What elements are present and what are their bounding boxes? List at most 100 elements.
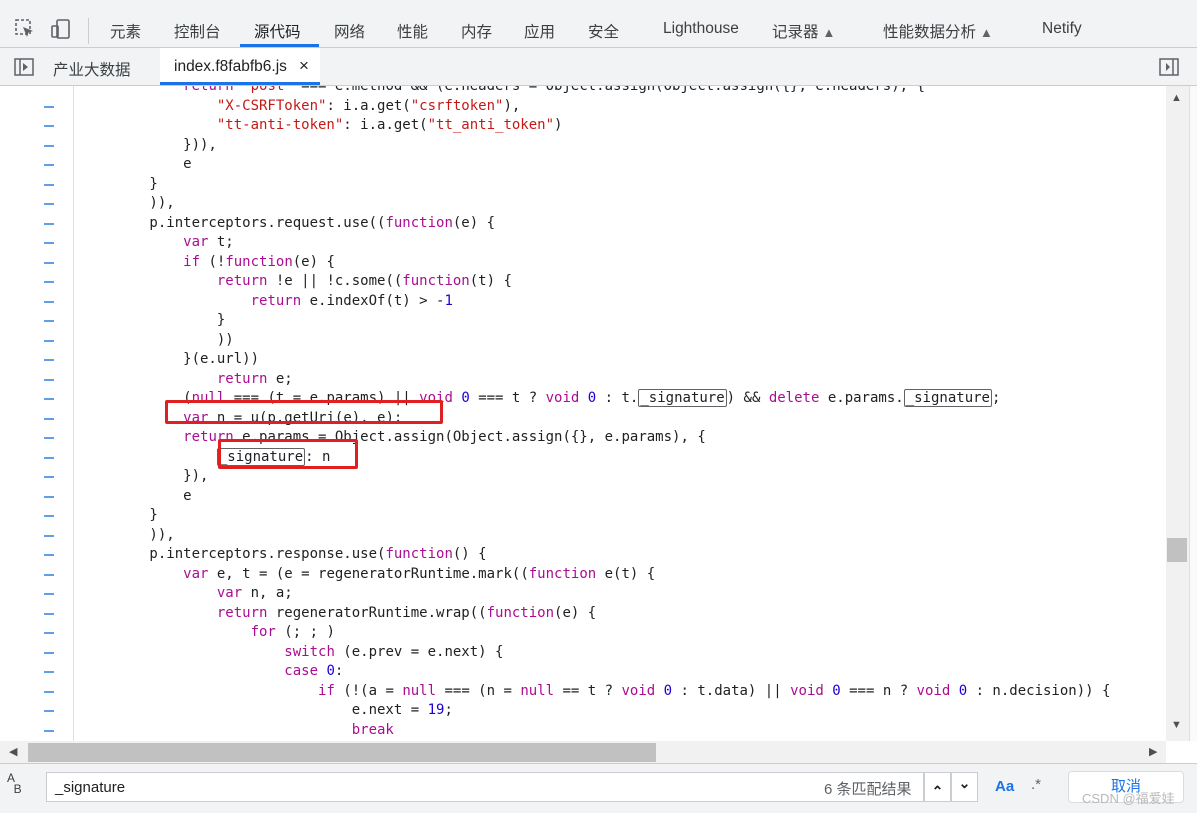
vertical-scrollbar-thumb[interactable] xyxy=(1167,538,1187,562)
replace-toggle-icon[interactable]: A B xyxy=(7,772,22,795)
line-gutter-marker[interactable] xyxy=(44,164,54,166)
line-gutter-marker[interactable] xyxy=(44,398,54,400)
line-gutter-marker[interactable] xyxy=(44,203,54,205)
chevron-up-icon: ⌃ xyxy=(931,783,944,799)
line-gutter-marker[interactable] xyxy=(44,554,54,556)
inspect-element-icon[interactable] xyxy=(14,18,36,40)
active-tab-indicator xyxy=(240,44,319,47)
file-tab-industry[interactable]: 产业大数据 xyxy=(53,58,131,80)
code-line: }(e.url)) xyxy=(82,351,260,367)
line-gutter-marker[interactable] xyxy=(44,671,54,673)
code-line: return e.params = Object.assign(Object.a… xyxy=(183,429,706,445)
line-gutter-marker[interactable] xyxy=(44,105,54,108)
code-line: )) xyxy=(82,331,234,348)
code-line: for (; ; ) xyxy=(250,624,335,640)
horizontal-scrollbar-thumb[interactable] xyxy=(28,743,656,762)
line-gutter-marker[interactable] xyxy=(44,534,54,537)
toggle-navigator-icon[interactable] xyxy=(14,58,34,76)
search-input[interactable]: _signature xyxy=(46,772,924,802)
line-gutter-marker[interactable] xyxy=(44,339,54,342)
code-line: return !e || !c.some((function(t) { xyxy=(216,273,512,289)
line-gutter-marker[interactable] xyxy=(44,222,54,225)
tab-elements[interactable]: 元素 xyxy=(110,20,141,42)
flask-icon: ▲ xyxy=(822,25,836,40)
code-line: )), xyxy=(82,195,175,211)
line-gutter-marker[interactable] xyxy=(44,495,54,498)
line-gutter[interactable] xyxy=(0,86,74,741)
line-gutter-marker[interactable] xyxy=(44,125,54,127)
line-gutter-marker[interactable] xyxy=(44,183,54,186)
match-case-toggle[interactable]: Aa xyxy=(995,778,1014,795)
line-gutter-marker[interactable] xyxy=(44,690,54,693)
line-gutter-marker[interactable] xyxy=(44,359,54,361)
line-gutter-marker[interactable] xyxy=(44,378,54,381)
line-gutter-marker[interactable] xyxy=(44,261,54,264)
tab-netify[interactable]: Netify xyxy=(1042,20,1082,38)
line-gutter-marker[interactable] xyxy=(44,729,54,732)
tab-security[interactable]: 安全 xyxy=(588,20,619,42)
toolbar-divider xyxy=(88,18,89,44)
code-line: } xyxy=(82,507,158,523)
line-gutter-marker[interactable] xyxy=(44,710,54,712)
scroll-right-arrow-icon[interactable]: ▶ xyxy=(1149,745,1157,758)
line-gutter-marker[interactable] xyxy=(44,612,54,615)
scroll-down-arrow-icon[interactable]: ▼ xyxy=(1171,719,1182,731)
tab-network[interactable]: 网络 xyxy=(334,20,365,42)
code-editor[interactable]: return "post" === e.method && (e.headers… xyxy=(0,86,1166,741)
line-gutter-marker[interactable] xyxy=(44,320,54,322)
regex-toggle[interactable]: .* xyxy=(1031,776,1041,793)
active-file-tab-indicator xyxy=(160,82,320,85)
line-gutter-marker[interactable] xyxy=(44,573,54,576)
device-toolbar-icon[interactable] xyxy=(50,18,72,40)
next-match-button[interactable]: ⌄ xyxy=(951,772,978,802)
code-line: switch (e.prev = e.next) { xyxy=(284,643,504,660)
code-line: })), xyxy=(82,136,217,153)
line-gutter-marker[interactable] xyxy=(44,242,54,244)
tab-application[interactable]: 应用 xyxy=(524,20,555,42)
tab-lighthouse[interactable]: Lighthouse xyxy=(663,20,739,38)
code-line: }), xyxy=(82,468,209,484)
line-gutter-marker[interactable] xyxy=(44,632,54,634)
line-gutter-marker[interactable] xyxy=(44,593,54,595)
tab-sources[interactable]: 源代码 xyxy=(254,20,301,42)
code-line: e xyxy=(82,487,192,504)
code-line: return e; xyxy=(216,370,293,387)
line-gutter-marker[interactable] xyxy=(44,456,54,459)
line-gutter-marker[interactable] xyxy=(44,476,54,478)
match-count: 6 条匹配结果 xyxy=(824,781,912,798)
code-line: return e.indexOf(t) > -1 xyxy=(250,292,453,309)
code-line: var e, t = (e = regeneratorRuntime.mark(… xyxy=(183,565,656,582)
chevron-down-icon: ⌄ xyxy=(958,775,971,791)
toggle-debugger-icon[interactable] xyxy=(1159,58,1179,76)
close-tab-icon[interactable]: × xyxy=(299,56,309,76)
line-gutter-marker[interactable] xyxy=(44,300,54,303)
tab-performance-insights-label: 性能数据分析 xyxy=(883,24,977,41)
tab-console[interactable]: 控制台 xyxy=(174,20,221,42)
code-line: case 0: xyxy=(284,663,344,679)
code-line: "X-CSRFToken": i.a.get("csrftoken"), xyxy=(216,97,521,114)
code-line: var n, a; xyxy=(216,585,293,601)
code-line: p.interceptors.request.use((function(e) … xyxy=(82,214,496,231)
previous-match-button[interactable]: ⌃ xyxy=(924,772,951,802)
tab-memory[interactable]: 内存 xyxy=(461,20,492,42)
devtools-toolbar: 元素 控制台 源代码 网络 性能 内存 应用 安全 Lighthouse 记录器… xyxy=(0,0,1197,48)
tab-recorder[interactable]: 记录器 ▲ xyxy=(772,20,835,42)
tab-performance[interactable]: 性能 xyxy=(397,20,428,42)
line-gutter-marker[interactable] xyxy=(44,515,54,517)
line-gutter-marker[interactable] xyxy=(44,651,54,654)
code-line: var t; xyxy=(183,234,234,250)
code-line: break xyxy=(351,721,394,738)
code-line: p.interceptors.response.use(function() { xyxy=(82,546,487,562)
tab-performance-insights[interactable]: 性能数据分析 ▲ xyxy=(883,20,993,42)
line-gutter-marker[interactable] xyxy=(44,281,54,283)
line-gutter-marker[interactable] xyxy=(44,417,54,420)
code-line: return "post" === e.method && (e.headers… xyxy=(183,86,925,94)
scroll-left-arrow-icon[interactable]: ◀ xyxy=(9,745,17,758)
active-file-tab-label: index.f8fabfb6.js xyxy=(174,58,287,75)
scroll-up-arrow-icon[interactable]: ▲ xyxy=(1171,92,1182,104)
vertical-scrollbar[interactable] xyxy=(1166,86,1189,741)
line-gutter-marker[interactable] xyxy=(44,437,54,439)
line-gutter-marker[interactable] xyxy=(44,144,54,147)
code-line: return regeneratorRuntime.wrap((function… xyxy=(216,604,597,621)
code-line: } xyxy=(82,175,158,192)
